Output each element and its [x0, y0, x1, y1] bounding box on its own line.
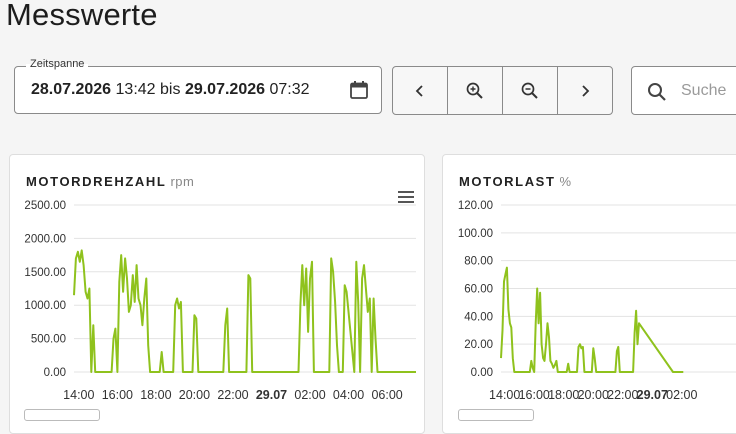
chart-motordrehzahl: 2500.00 2000.00 1500.00 1000.00 500.00 0.00 14…	[24, 200, 416, 402]
x-tick-label: 29.07	[637, 388, 668, 402]
x-tick-label: 29.07	[256, 388, 287, 402]
y-tick-label: 1500.00	[24, 267, 66, 279]
x-tick-label: 22:00	[607, 388, 638, 402]
y-tick-label: 20.00	[464, 339, 493, 351]
range-separator: bis	[160, 81, 181, 98]
previous-range-button[interactable]	[393, 67, 448, 114]
x-tick-label: 16:00	[519, 388, 550, 402]
time-range-value[interactable]: 28.07.2026 13:42 bis 29.07.2026 07:32	[31, 81, 310, 99]
range-from-time: 13:42	[115, 81, 156, 98]
y-tick-label: 40.00	[464, 311, 493, 323]
y-tick-label: 1000.00	[24, 300, 66, 312]
range-to-time: 07:32	[269, 81, 310, 98]
y-tick-label: 80.00	[464, 256, 493, 268]
range-to-date: 29.07.2026	[184, 81, 266, 98]
x-tick-label: 06:00	[371, 388, 402, 402]
chart-footer-button[interactable]	[458, 409, 534, 421]
x-tick-label: 02:00	[294, 388, 325, 402]
search-icon	[648, 83, 666, 101]
x-tick-label: 14:00	[489, 388, 520, 402]
y-tick-label: 0.00	[471, 367, 493, 379]
time-navigation-group	[392, 66, 613, 115]
x-tick-label: 16:00	[102, 388, 133, 402]
x-tick-label: 18:00	[140, 388, 171, 402]
search-placeholder: Suche	[681, 82, 727, 99]
x-tick-label: 02:00	[666, 388, 697, 402]
y-tick-label: 100.00	[458, 228, 493, 240]
y-tick-label: 60.00	[464, 284, 493, 296]
chevron-left-icon	[415, 84, 423, 97]
calendar-icon[interactable]	[349, 80, 369, 100]
x-tick-label: 20:00	[179, 388, 210, 402]
zoom-in-icon	[466, 82, 483, 99]
chart-footer-button[interactable]	[24, 409, 100, 421]
chart-card-motordrehzahl: MOTORDREHZAHL rpm 2500.00 2000.00 1500.00 10…	[9, 154, 425, 434]
range-from-date: 28.07.2026	[31, 81, 112, 98]
series-line	[500, 266, 684, 373]
x-tick-label: 14:00	[63, 388, 94, 402]
chart-card-motorlast: MOTORLAST% 120.00 100.00 80.00 60.00 40.00 20…	[442, 154, 736, 434]
y-tick-label: 2500.00	[24, 200, 66, 212]
time-range-label: Zeitspanne	[26, 58, 89, 70]
chart-motorlast: 120.00 100.00 80.00 60.00 40.00 20.00 0.00 14:0…	[458, 200, 736, 402]
page-title: Messwerte	[6, 0, 158, 32]
x-tick-label: 04:00	[333, 388, 364, 402]
y-tick-label: 500.00	[31, 334, 66, 346]
x-tick-label: 20:00	[578, 388, 609, 402]
search-field[interactable]: Suche	[631, 66, 736, 115]
series-line	[73, 249, 416, 373]
chevron-right-icon	[582, 84, 590, 97]
y-tick-label: 0.00	[44, 367, 66, 379]
y-tick-label: 2000.00	[24, 233, 66, 245]
x-tick-label: 18:00	[548, 388, 579, 402]
next-range-button[interactable]	[558, 67, 612, 114]
x-tick-label: 22:00	[217, 388, 248, 402]
y-tick-label: 120.00	[458, 200, 493, 212]
zoom-out-button[interactable]	[503, 67, 558, 114]
zoom-out-icon	[521, 82, 538, 99]
zoom-in-button[interactable]	[448, 67, 503, 114]
time-range-field[interactable]: Zeitspanne 28.07.2026 13:42 bis 29.07.20…	[14, 58, 382, 114]
